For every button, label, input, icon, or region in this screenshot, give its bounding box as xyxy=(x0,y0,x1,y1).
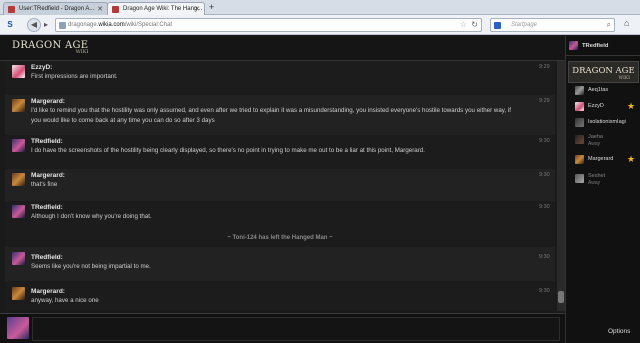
close-tab-icon[interactable]: ✕ xyxy=(97,5,103,13)
navigation-bar: S ◀ ▸ dragonage.wikia.com/wiki/Special:C… xyxy=(0,15,640,35)
chat-room-logo[interactable]: DRAGON AGE WIKI xyxy=(568,61,639,83)
user-list-item[interactable]: Margerard ★ xyxy=(566,152,640,166)
browser-tab-bar: User:TRedfield - Dragon A... ✕ Dragon Ag… xyxy=(0,0,640,15)
message-username[interactable]: Margerard: xyxy=(31,288,65,295)
user-name: Seshet xyxy=(588,173,606,179)
message-timestamp: 9:30 xyxy=(539,204,550,210)
chat-user-rail: TRedfield DRAGON AGE WIKI Aeq1tas EzzyD … xyxy=(565,36,640,343)
user-list-item[interactable]: IsolationismIagi xyxy=(566,115,640,129)
message-text: I do have the screenshots of the hostili… xyxy=(31,147,425,154)
chat-input-bar xyxy=(0,313,565,343)
message-timestamp: 9:29 xyxy=(539,98,550,104)
chat-message: Margerard: 9:30 that's fine xyxy=(5,169,555,201)
message-input[interactable] xyxy=(32,317,560,341)
user-list-item[interactable]: Aeq1tas xyxy=(566,83,640,97)
scrollbar-thumb[interactable] xyxy=(558,291,564,303)
tab-title: Dragon Age Wiki: The Hang... xyxy=(123,6,203,12)
user-avatar xyxy=(575,118,584,127)
address-bar[interactable]: dragonage.wikia.com/wiki/Special:Chat ☆ … xyxy=(55,18,482,32)
close-tab-icon[interactable]: ✕ xyxy=(194,5,200,13)
user-status: Away xyxy=(588,140,601,147)
user-avatar[interactable] xyxy=(12,205,25,218)
chat-inline-alert: ~ Toni-124 has left the Hanged Man ~ xyxy=(227,235,333,241)
wiki-header: DRAGON AGE WIKI xyxy=(0,36,565,61)
current-user[interactable]: TRedfield xyxy=(566,36,640,56)
current-user-name: TRedfield xyxy=(582,43,609,49)
user-avatar[interactable] xyxy=(12,173,25,186)
forward-button[interactable]: ▸ xyxy=(41,18,51,32)
tab-title: User:TRedfield - Dragon A... xyxy=(19,6,95,12)
message-timestamp: 9:30 xyxy=(539,288,550,294)
message-text: First impressions are important. xyxy=(31,73,118,80)
chat-scrollbar[interactable] xyxy=(557,61,565,311)
user-name: Jaeha xyxy=(588,134,603,140)
message-text: I'd like to remind you that the hostilit… xyxy=(31,107,511,124)
tab-dragon-age-chat[interactable]: Dragon Age Wiki: The Hang... ✕ xyxy=(107,2,205,15)
user-avatar[interactable] xyxy=(12,287,25,300)
chat-moderator-star-icon: ★ xyxy=(627,154,636,164)
message-timestamp: 9:30 xyxy=(539,138,550,144)
url-text: dragonage.wikia.com/wiki/Special:Chat xyxy=(68,22,173,28)
user-avatar xyxy=(575,155,584,164)
user-avatar xyxy=(575,174,584,183)
user-name: IsolationismIagi xyxy=(588,119,626,125)
search-bar[interactable]: Startpage ⌕ xyxy=(490,18,615,32)
message-username[interactable]: EzzyD: xyxy=(31,64,52,71)
home-icon[interactable]: ⌂ xyxy=(624,18,629,28)
my-avatar xyxy=(7,317,29,339)
reload-icon[interactable]: ↻ xyxy=(471,20,478,29)
browser-menu-logo[interactable]: S xyxy=(4,18,16,32)
search-placeholder: Startpage xyxy=(511,22,538,28)
chat-message: TRedfield: 9:30 Seems like you're not be… xyxy=(5,247,555,281)
user-name: EzzyD xyxy=(588,103,604,109)
wikia-favicon-icon xyxy=(112,6,119,13)
back-button[interactable]: ◀ xyxy=(27,18,41,32)
message-text: Although I don't know why you're doing t… xyxy=(31,213,152,220)
new-tab-button[interactable]: + xyxy=(209,2,214,12)
user-status: Away xyxy=(588,179,601,186)
site-identity-icon[interactable] xyxy=(59,22,66,29)
user-avatar[interactable] xyxy=(12,65,25,78)
message-timestamp: 9:30 xyxy=(539,254,550,260)
chat-log[interactable]: EzzyD: 9:29 First impressions are import… xyxy=(5,61,555,311)
message-text: that's fine xyxy=(31,181,58,188)
user-avatar[interactable] xyxy=(12,139,25,152)
tab-user-tredfield[interactable]: User:TRedfield - Dragon A... ✕ xyxy=(3,2,108,15)
message-username[interactable]: TRedfield: xyxy=(31,204,63,211)
wikia-favicon-icon xyxy=(8,6,15,13)
message-username[interactable]: Margerard: xyxy=(31,98,65,105)
user-list-item[interactable]: Seshet Away xyxy=(566,171,640,186)
bookmark-star-icon[interactable]: ☆ xyxy=(460,20,467,29)
chat-message: TRedfield: 9:30 I do have the screenshot… xyxy=(5,135,555,169)
message-text: anyway, have a nice one xyxy=(31,297,99,304)
chat-message: Margerard: 9:29 I'd like to remind you t… xyxy=(5,95,555,135)
dragon-age-wiki-logo[interactable]: DRAGON AGE WIKI xyxy=(12,40,88,55)
options-button[interactable]: Options xyxy=(608,328,630,335)
user-list-item[interactable]: Jaeha Away xyxy=(566,132,640,147)
user-avatar[interactable] xyxy=(12,99,25,112)
search-engine-icon[interactable] xyxy=(494,22,501,29)
message-text: Seems like you're not being impartial to… xyxy=(31,263,151,270)
chat-message: TRedfield: 9:30 Although I don't know wh… xyxy=(5,201,555,232)
chat-message: EzzyD: 9:29 First impressions are import… xyxy=(5,61,555,95)
message-timestamp: 9:30 xyxy=(539,172,550,178)
user-list-item[interactable]: EzzyD ★ xyxy=(566,99,640,113)
message-username[interactable]: TRedfield: xyxy=(31,254,63,261)
user-name: Margerard xyxy=(588,156,614,162)
search-icon[interactable]: ⌕ xyxy=(607,20,611,30)
user-avatar xyxy=(575,102,584,111)
user-avatar xyxy=(575,86,584,95)
current-user-avatar xyxy=(569,41,578,50)
user-name: Aeq1tas xyxy=(588,87,609,93)
user-avatar[interactable] xyxy=(12,252,25,265)
message-username[interactable]: Margerard: xyxy=(31,172,65,179)
message-username[interactable]: TRedfield: xyxy=(31,138,63,145)
chat-moderator-star-icon: ★ xyxy=(627,101,636,111)
user-avatar xyxy=(575,135,584,144)
chat-message: Margerard: 9:30 anyway, have a nice one xyxy=(5,281,555,311)
message-timestamp: 9:29 xyxy=(539,64,550,70)
